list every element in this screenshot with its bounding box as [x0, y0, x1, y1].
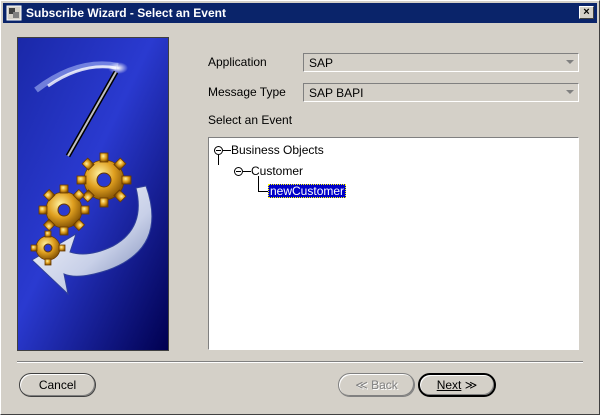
tree-connector — [218, 155, 219, 165]
gears-arrow-illustration — [18, 38, 168, 350]
event-tree[interactable]: Business Objects Customer newCustomer — [208, 137, 579, 350]
back-button[interactable]: ≪ Back — [338, 373, 415, 397]
window-title: Subscribe Wizard - Select an Event — [26, 6, 226, 20]
tree-connector — [258, 176, 259, 191]
app-icon — [6, 5, 22, 21]
next-button[interactable]: Next ≫ — [418, 373, 496, 397]
chevron-down-icon[interactable] — [566, 60, 574, 64]
collapse-icon[interactable] — [234, 167, 243, 176]
select-event-label: Select an Event — [208, 113, 293, 127]
next-label: Next — [436, 378, 462, 392]
back-arrow-icon: ≪ — [355, 378, 368, 392]
message-type-value: SAP BAPI — [309, 86, 364, 100]
title-bar[interactable]: Subscribe Wizard - Select an Event × — [3, 3, 597, 23]
application-select[interactable]: SAP — [303, 53, 579, 72]
cancel-button[interactable]: Cancel — [19, 373, 96, 397]
cancel-label: Cancel — [38, 378, 77, 392]
wizard-banner-image — [17, 37, 169, 351]
message-type-select[interactable]: SAP BAPI — [303, 83, 579, 102]
chevron-down-icon[interactable] — [566, 90, 574, 94]
tree-connector — [243, 171, 251, 172]
tree-connector — [223, 150, 231, 151]
subscribe-wizard-window: Subscribe Wizard - Select an Event × App… — [0, 0, 600, 415]
message-type-label: Message Type — [208, 85, 286, 99]
next-arrow-icon: ≫ — [464, 378, 478, 392]
tree-node-business-objects[interactable]: Business Objects — [231, 143, 324, 157]
footer-separator — [17, 361, 583, 363]
collapse-icon[interactable] — [214, 146, 223, 155]
tree-node-newcustomer[interactable]: newCustomer — [268, 184, 347, 198]
back-label: Back — [371, 378, 398, 392]
close-icon: × — [583, 6, 590, 18]
application-label: Application — [208, 55, 267, 69]
close-button[interactable]: × — [579, 6, 594, 19]
application-value: SAP — [309, 56, 334, 70]
tree-connector — [258, 191, 268, 192]
